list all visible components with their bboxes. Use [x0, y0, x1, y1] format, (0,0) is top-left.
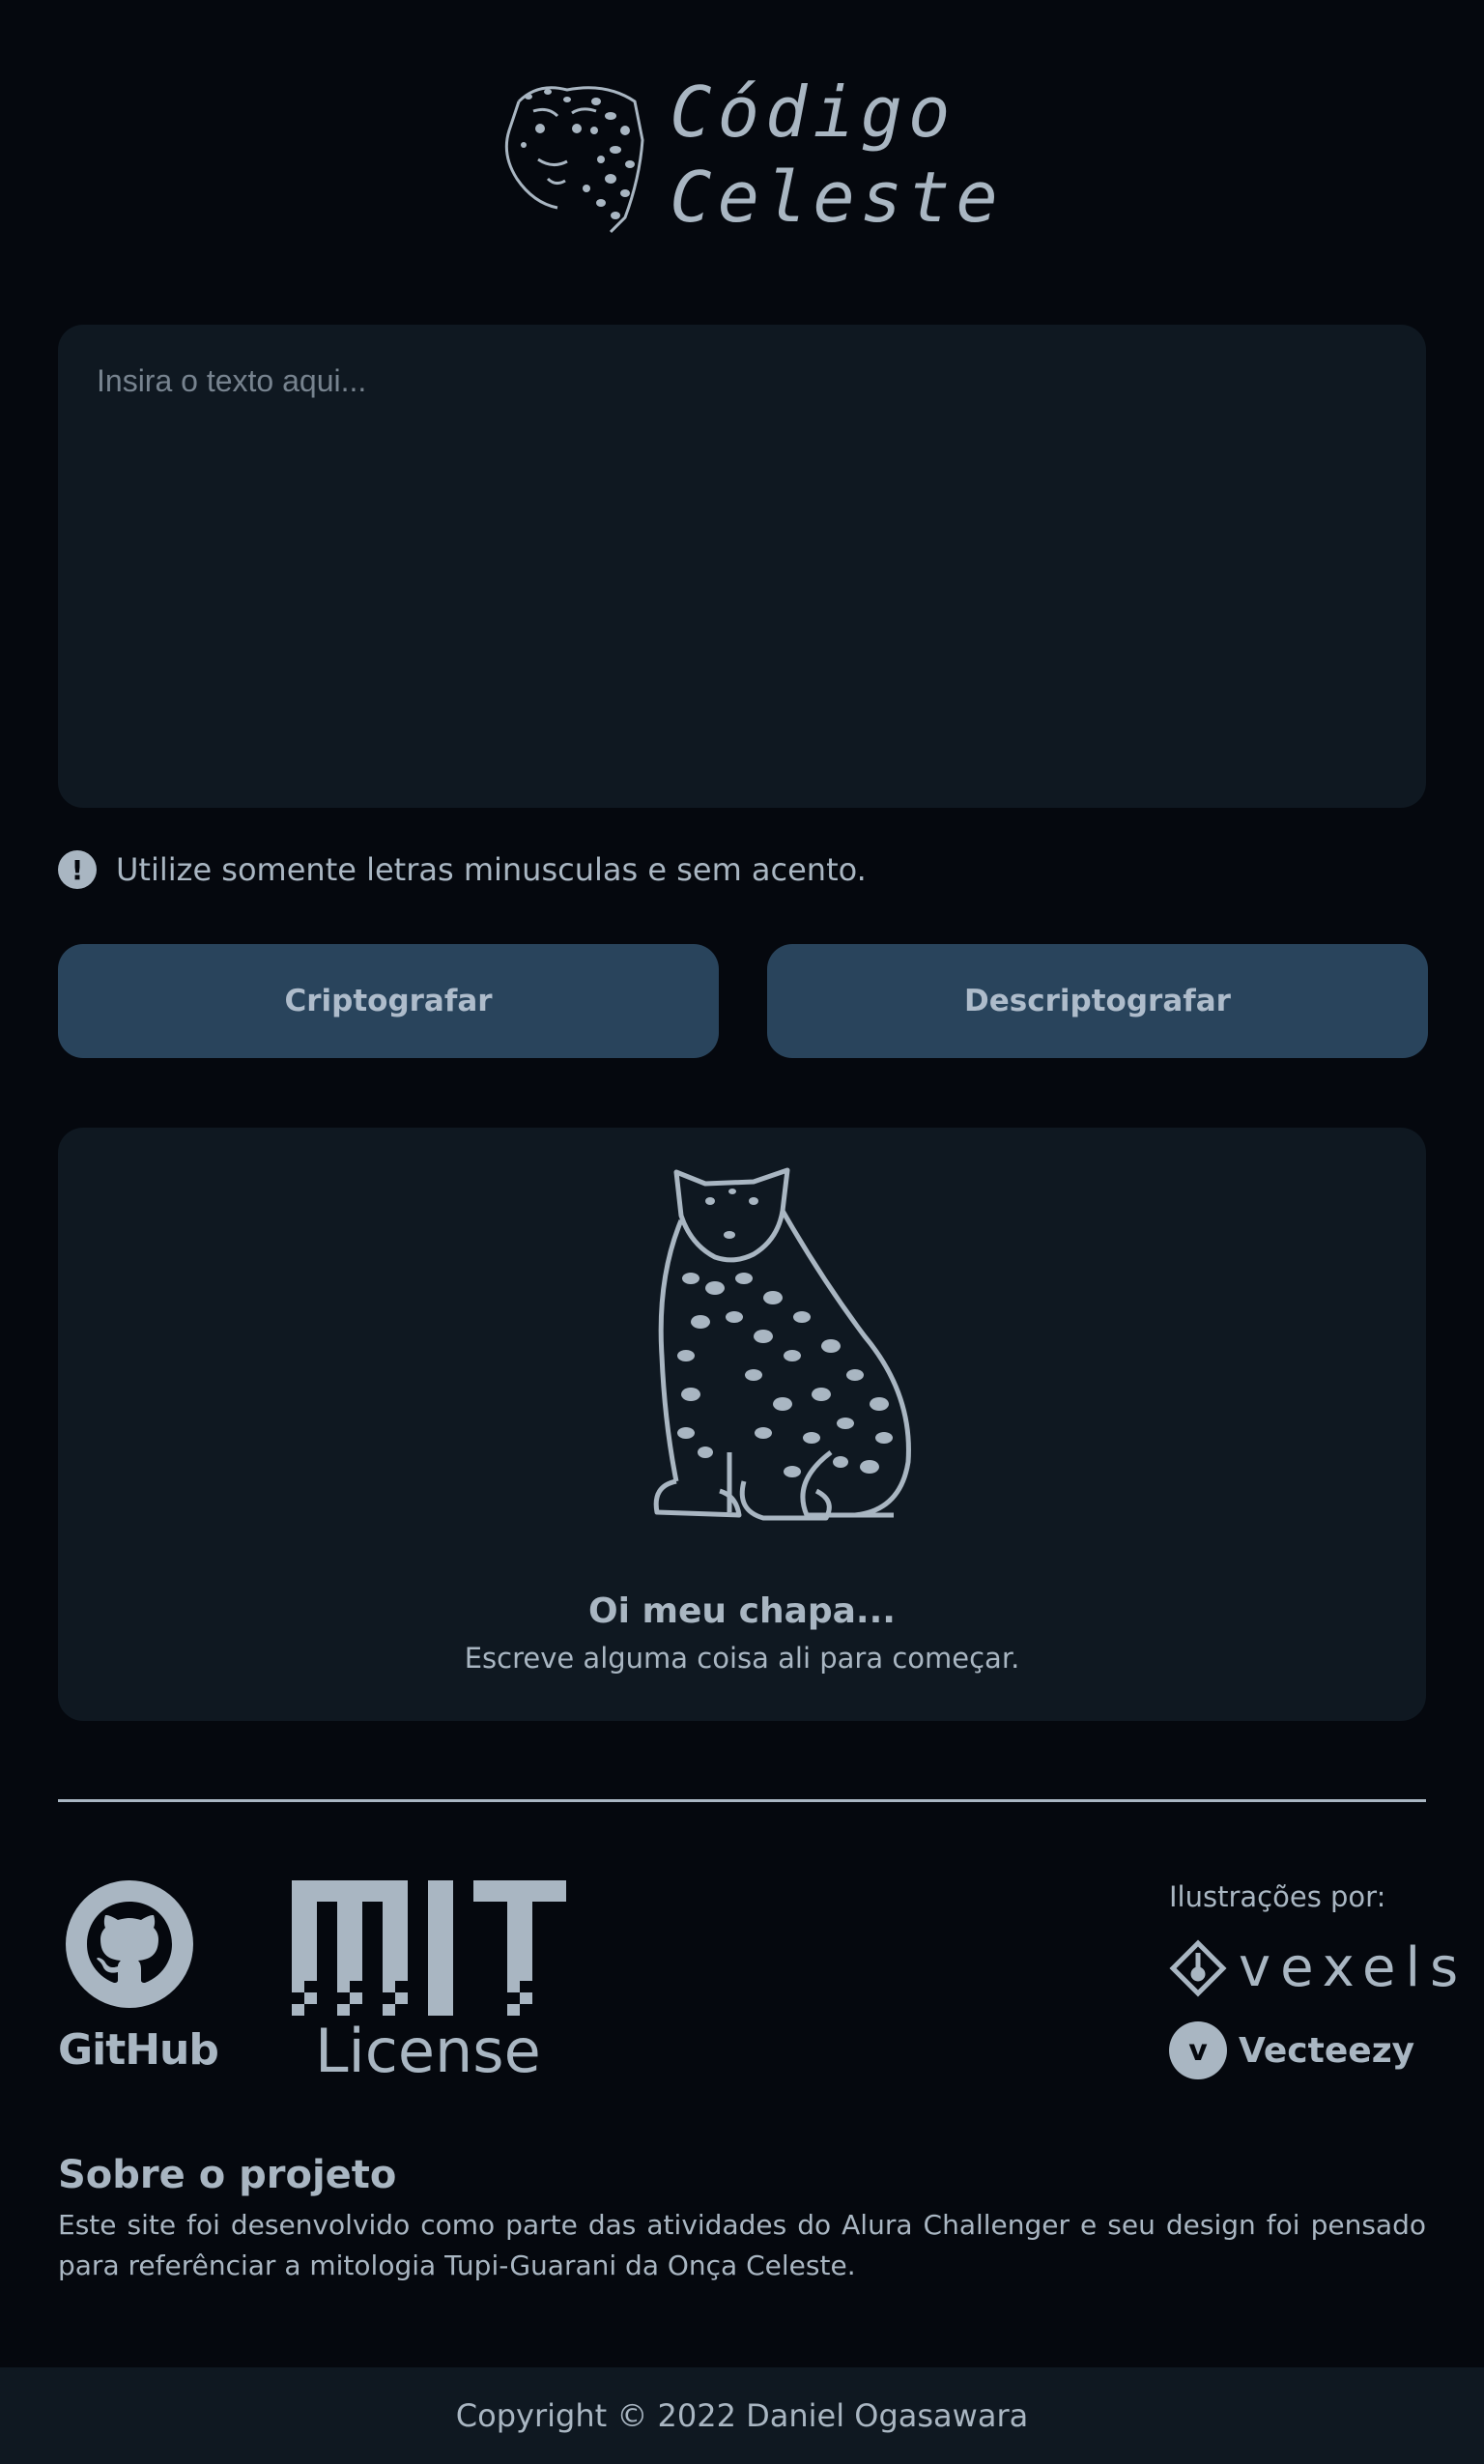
jaguar-logo-icon	[505, 86, 644, 234]
github-label: GitHub	[58, 2025, 219, 2075]
about-text: Este site foi desenvolvido como parte da…	[58, 2209, 1426, 2281]
vecteezy-icon: v	[1169, 2021, 1227, 2079]
vexels-link[interactable]: vexels	[1169, 1936, 1468, 1999]
header: Código Celeste	[0, 68, 1484, 242]
copyright-bar: Copyright © 2022 Daniel Ogasawara	[0, 2367, 1484, 2464]
info-icon: !	[58, 850, 97, 889]
jaguar-illustration-icon	[653, 1167, 911, 1521]
copyright-text: Copyright © 2022 Daniel Ogasawara	[455, 2397, 1029, 2434]
mit-license-link[interactable]: License	[292, 1880, 568, 2086]
page: Código Celeste ! Utilize somente letras …	[0, 0, 1484, 2464]
vecteezy-link[interactable]: v Vecteezy	[1169, 2021, 1414, 2079]
vecteezy-label: Vecteezy	[1239, 2030, 1415, 2071]
text-input[interactable]	[58, 325, 1426, 808]
output-subtitle: Escreve alguma coisa ali para começar.	[464, 1642, 1020, 1675]
output-panel: Oi meu chapa... Escreve alguma coisa ali…	[58, 1128, 1426, 1721]
about-title: Sobre o projeto	[58, 2153, 397, 2197]
logo-line-1: Código	[670, 72, 956, 153]
encrypt-button[interactable]: Criptografar	[58, 944, 719, 1058]
mit-license-label: License	[315, 2016, 541, 2086]
divider	[58, 1799, 1426, 1802]
illustration-credits: Ilustrações por: vexels v Vecteezy	[1169, 1880, 1458, 2083]
github-link[interactable]: GitHub	[58, 1880, 219, 2079]
vexels-label: vexels	[1239, 1936, 1469, 1999]
hint: ! Utilize somente letras minusculas e se…	[58, 848, 867, 891]
mit-logo-icon	[292, 1880, 566, 2016]
output-title: Oi meu chapa...	[588, 1591, 896, 1631]
decrypt-button[interactable]: Descriptografar	[767, 944, 1428, 1058]
vexels-icon	[1169, 1938, 1227, 1997]
credits-label: Ilustrações por:	[1169, 1880, 1386, 1913]
logo-text: Código Celeste	[670, 70, 1003, 240]
hint-text: Utilize somente letras minusculas e sem …	[116, 851, 867, 888]
github-icon	[66, 1880, 193, 2008]
logo-line-2: Celeste	[670, 157, 1004, 238]
